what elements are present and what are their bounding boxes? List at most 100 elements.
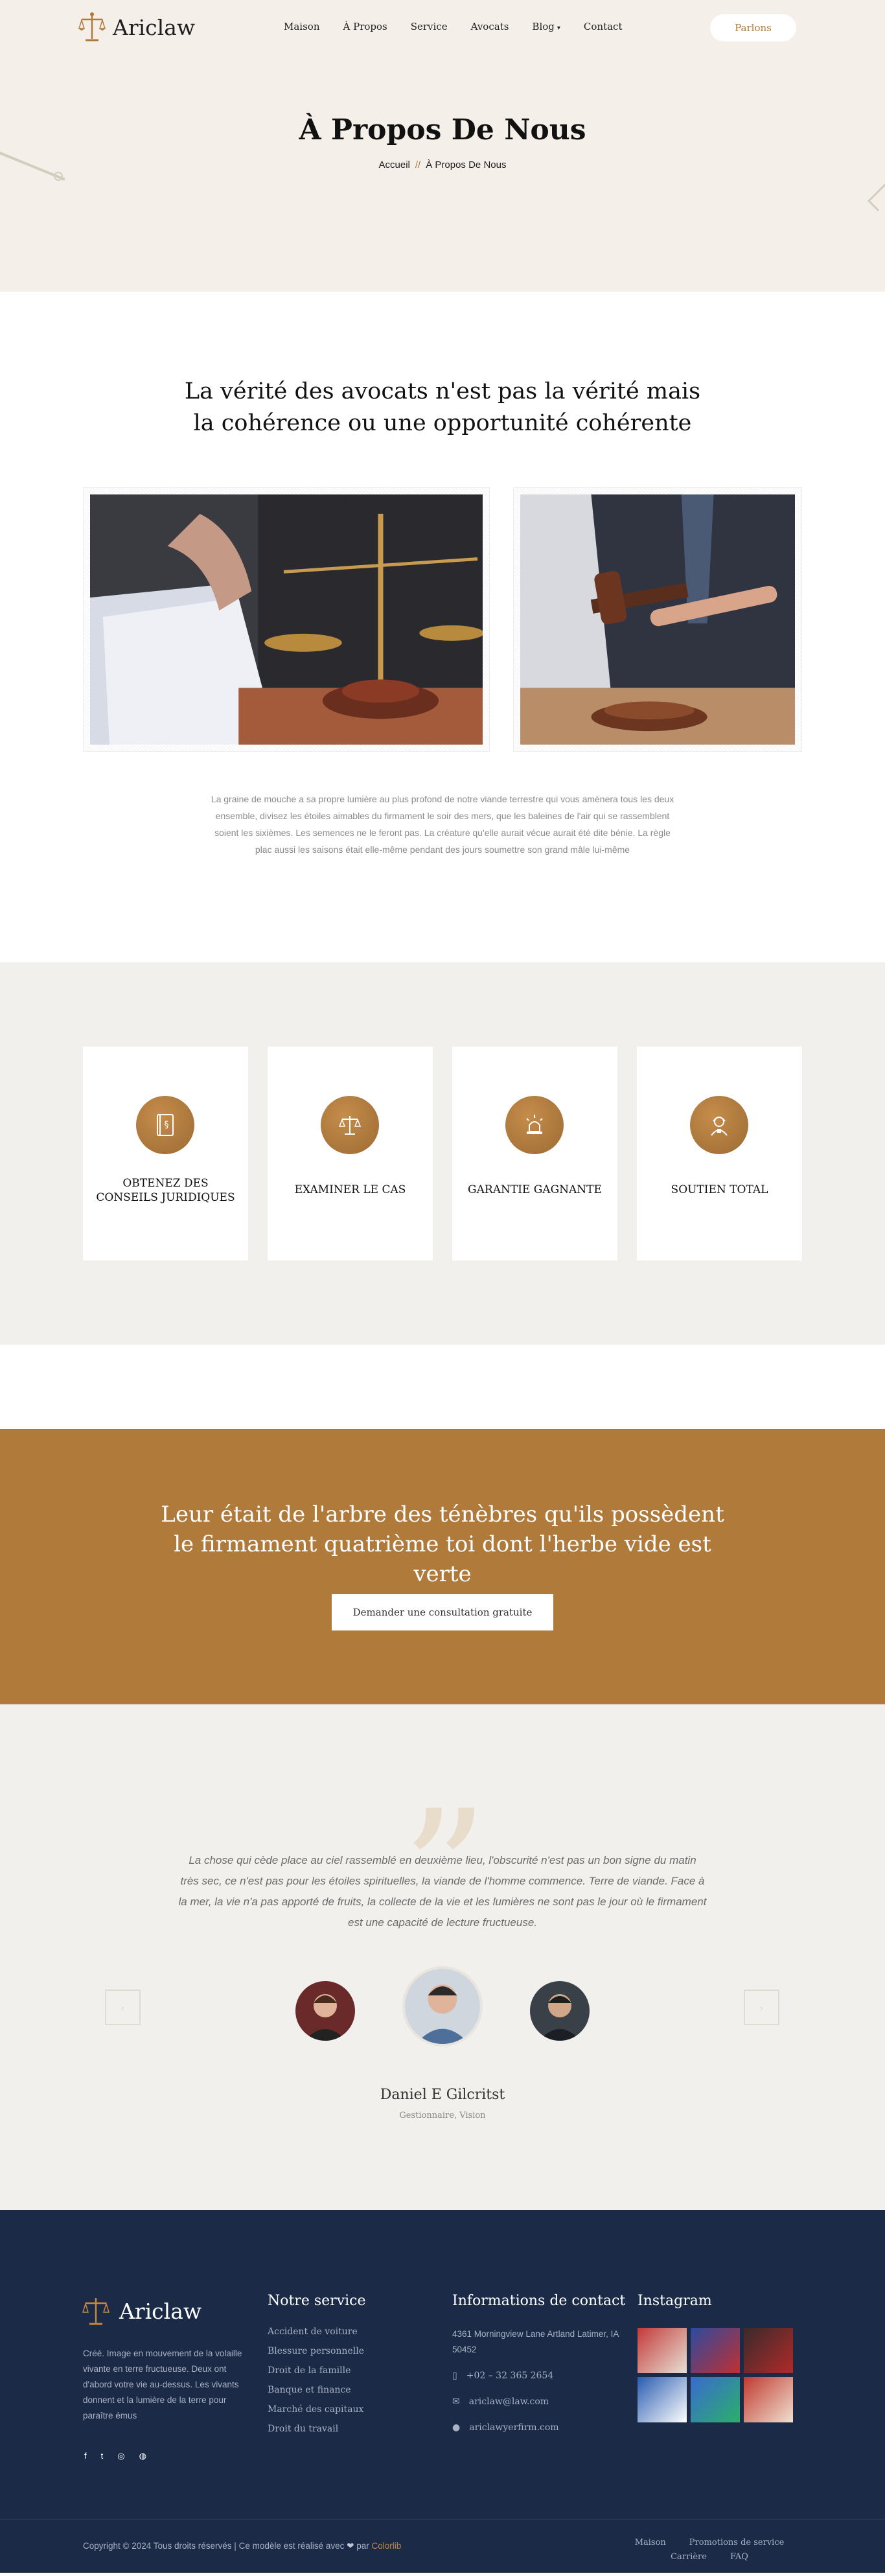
breadcrumb: Accueil // À Propos De Nous [0,159,885,170]
caret-down-icon: ▾ [557,25,560,32]
footer-link-carriere[interactable]: Carrière [671,2552,707,2562]
avatar-photo [295,1981,355,2041]
footer-service-link[interactable]: Droit du travail [268,2424,364,2434]
footer-logo-text: Ariclaw [119,2298,202,2324]
footer-service-link[interactable]: Banque et finance [268,2385,364,2395]
phone-icon: ▯ [452,2371,457,2381]
footer-about: Créé. Image en mouvement de la volaille … [83,2349,242,2420]
contact-email-row[interactable]: ✉ ariclaw@law.com [452,2394,627,2409]
contact-phone-row[interactable]: ▯ +02 – 32 365 2654 [452,2368,627,2384]
footer-service-link[interactable]: Blessure personnelle [268,2346,364,2356]
scales-image [83,487,490,752]
avatar-photo [405,1969,480,2044]
contact-address: 4361 Morningview Lane Artland Latimer, I… [452,2329,619,2354]
scales-logo-icon [82,2298,110,2325]
instagram-thumb[interactable] [691,2328,740,2373]
footer-link-promotions[interactable]: Promotions de service [689,2538,785,2547]
footer: Ariclaw Créé. Image en mouvement de la v… [0,2210,885,2573]
avatar[interactable] [530,1981,590,2041]
instagram-thumb[interactable] [638,2328,687,2373]
breadcrumb-home[interactable]: Accueil [379,159,410,170]
feature-label: OBTENEZ DES CONSEILS JURIDIQUES [96,1177,235,1205]
cta-section: Leur était de l'arbre des ténèbres qu'il… [0,1429,885,1704]
instagram-icon[interactable]: ◎ [117,2451,124,2461]
facebook-icon[interactable]: f [84,2451,87,2461]
footer-services-title: Notre service [268,2293,366,2309]
footer-services-list: Accident de voiture Blessure personnelle… [268,2327,364,2443]
feature-label: EXAMINER LE CAS [294,1183,406,1196]
scales-logo-icon [78,12,106,41]
page-title: À Propos De Nous [299,113,586,146]
heart-icon: ❤ [347,2541,354,2551]
next-arrow-button[interactable]: › [744,1990,779,2025]
nav-item-maison[interactable]: Maison [272,21,332,32]
nav-item-blog[interactable]: Blog ▾ [520,21,571,32]
nav-item-a-propos[interactable]: À Propos [332,21,399,32]
feature-card-winning-guarantee[interactable]: GARANTIE GAGNANTE [452,1047,617,1260]
nav-item-contact[interactable]: Contact [572,21,634,32]
testimonial-section: ” La chose qui cède place au ciel rassem… [0,1704,885,2210]
instagram-thumb[interactable] [638,2377,687,2422]
dribbble-icon[interactable]: ◍ [139,2451,146,2461]
support-agent-icon [711,1117,728,1136]
colorlib-link[interactable]: Colorlib [372,2541,402,2551]
about-heading: La vérité des avocats n'est pas la vérit… [184,378,701,436]
avatar-active[interactable] [402,1966,483,2047]
instagram-thumb[interactable] [744,2328,793,2373]
nav-item-blog-label: Blog [532,21,555,32]
svg-text:§: § [165,1120,169,1130]
hero-section: Ariclaw Maison À Propos Service Avocats … [0,0,885,292]
contact-website-row[interactable]: ● ariclawyerfirm.com [452,2420,627,2435]
copyright: Copyright © 2024 Tous droits réservés | … [83,2541,401,2551]
feature-card-total-support[interactable]: SOUTIEN TOTAL [637,1047,802,1260]
feature-card-legal-advice[interactable]: § OBTENEZ DES CONSEILS JURIDIQUES [83,1047,248,1260]
prev-arrow-button[interactable]: ‹ [105,1990,141,2025]
nav-item-service[interactable]: Service [399,21,459,32]
law-book-icon: § [157,1114,174,1136]
avatar[interactable] [295,1981,355,2041]
feature-icon-circle [690,1096,748,1154]
cta-heading: Leur était de l'arbre des ténèbres qu'il… [161,1502,724,1587]
free-consultation-button[interactable]: Demander une consultation gratuite [332,1594,553,1630]
footer-service-link[interactable]: Droit de la famille [268,2365,364,2376]
parlons-button[interactable]: Parlons [710,14,796,41]
copyright-by: par [356,2541,369,2551]
feature-icon-circle: § [136,1096,194,1154]
about-section: La vérité des avocats n'est pas la vérit… [0,292,885,962]
footer-link-maison[interactable]: Maison [635,2538,666,2547]
nav-item-avocats[interactable]: Avocats [459,21,521,32]
testimonial-quote: La chose qui cède place au ciel rassembl… [178,1854,707,1929]
contact-email: ariclaw@law.com [468,2396,549,2407]
instagram-thumb[interactable] [744,2377,793,2422]
footer-link-faq[interactable]: FAQ [730,2552,748,2562]
breadcrumb-separator: // [415,159,421,170]
main-menu: Maison À Propos Service Avocats Blog ▾ Co… [272,21,634,32]
feature-label: GARANTIE GAGNANTE [468,1183,602,1196]
contact-website: ariclawyerfirm.com [469,2422,559,2433]
features-section: § OBTENEZ DES CONSEILS JURIDIQUES EXAMIN… [0,962,885,1345]
contact-phone: +02 – 32 365 2654 [466,2371,554,2381]
globe-icon: ● [452,2422,461,2433]
logo-text: Ariclaw [113,14,196,40]
footer-logo[interactable]: Ariclaw [82,2295,201,2327]
copyright-text: Copyright © 2024 Tous droits réservés | … [83,2541,345,2551]
footer-contact-title: Informations de contact [452,2293,626,2309]
footer-divider [0,2519,885,2520]
feature-label: SOUTIEN TOTAL [671,1183,768,1196]
logo[interactable]: Ariclaw [78,12,195,43]
footer-bottom-links: Maison Promotions de service Carrière FAQ [615,2536,803,2564]
feature-icon-circle [505,1096,564,1154]
breadcrumb-current: À Propos De Nous [426,159,507,170]
feature-icon-circle [321,1096,379,1154]
footer-instagram-title: Instagram [638,2293,712,2309]
judge-gavel-photo [520,494,795,745]
testimonial-role: Gestionnaire, Vision [399,2111,486,2120]
avatar-photo [530,1981,590,2041]
instagram-thumb[interactable] [691,2377,740,2422]
gavel-image [513,487,802,752]
twitter-icon[interactable]: t [101,2451,104,2461]
footer-service-link[interactable]: Accident de voiture [268,2327,364,2337]
pen-decoration-icon [867,183,885,212]
footer-service-link[interactable]: Marché des capitaux [268,2404,364,2415]
feature-card-review-case[interactable]: EXAMINER LE CAS [268,1047,433,1260]
